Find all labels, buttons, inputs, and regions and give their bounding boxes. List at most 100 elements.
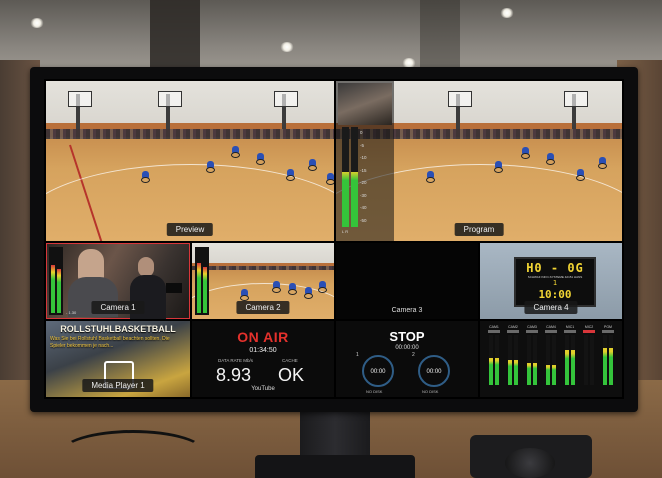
mixer-channel-strip[interactable]: MIC2 [581,325,597,397]
control-knob[interactable] [505,448,555,478]
player [494,161,503,173]
player [326,173,334,185]
level-meter [533,335,537,385]
meter-tick: -30 [360,192,367,198]
mute-button[interactable] [583,330,595,333]
scoreboard-score: H0 - 0G [526,261,584,275]
camera1-label: Camera 1 [91,301,145,314]
player [288,283,297,295]
recorder2-dial[interactable]: 00:00 [418,355,450,387]
ceiling-beam [420,0,460,70]
camera2-label: Camera 2 [236,301,290,314]
meter-tick: -40 [360,205,367,210]
ceiling-light [30,18,44,28]
scoreboard-period: 1 [552,279,558,287]
recording-status-pane[interactable]: STOP 00:00:00 1 00:00 NO DISK 2 00:00 NO… [336,321,478,397]
level-fill [514,360,518,385]
mute-button[interactable] [545,330,557,333]
player [598,157,607,169]
level-fill [533,362,537,385]
monitor-stand-base [255,455,415,478]
mixer-channel-strip[interactable]: CAM3 [524,325,540,397]
camera4-label: Camera 4 [524,301,578,314]
cache-value: OK [278,365,305,385]
player [521,147,530,159]
program-audio-meter: 0 -5 -10 -15 -20 -30 -40 -50 L R [336,81,394,241]
level-fill [571,350,575,385]
level-meter [590,335,594,385]
recorder1-number: 1 [356,352,359,358]
camera3-pane[interactable]: Camera 3 [336,243,478,319]
player [426,171,435,183]
level-fill [546,365,550,385]
player [256,153,265,165]
mixer-channel-strip[interactable]: CAM4 [543,325,559,397]
meter-track-left [342,127,349,227]
recorder1-label: NO DISK [366,389,383,394]
meter-scale: 0 -5 -10 -15 -20 -30 -40 -50 [360,127,374,227]
on-air-indicator: ON AIR [237,329,289,345]
mute-button[interactable] [488,330,500,333]
mixer-channel-strip[interactable]: CAM2 [505,325,521,397]
meter-track-right [351,127,358,227]
level-fill [495,357,499,385]
player [240,289,249,301]
cable [60,430,206,476]
datarate-value: 8.93 [216,365,252,385]
player [141,171,150,183]
meter-bar [203,267,207,313]
ceiling-light [280,42,294,52]
recording-state: STOP [389,329,425,344]
cache-label: CACHE [282,358,298,363]
camera3-label: Camera 3 [391,307,423,314]
level-meter [508,335,512,385]
recorder2-time: 00:00 [426,369,442,375]
mixer-channel-strip[interactable]: PGM [600,325,616,397]
recorder1-dial[interactable]: 00:00 [362,355,394,387]
mute-button[interactable] [564,330,576,333]
mixer-channel-strip[interactable]: CAM1 [486,325,502,397]
mute-button[interactable] [602,330,614,333]
camera4-pane[interactable]: H0 - 0G SCHWAF INFO-SYSTEME 42151 HANS 1… [480,243,622,319]
level-meter [609,335,613,385]
media-player-title: ROLLSTUHLBASKETBALL [60,324,176,334]
recorder1-time: 00:00 [370,369,386,375]
crowd [46,129,334,139]
meter-tick: -5 [360,142,365,148]
ceiling-beam [150,0,200,70]
backboard [564,90,588,107]
mixer-channel-strip[interactable]: MIC1 [562,325,578,397]
level-meter [565,335,569,385]
mute-button[interactable] [526,330,538,333]
level-meter [552,335,556,385]
scoreboard-clock: 10:00 [538,288,572,301]
meter-bar [197,263,201,313]
level-meter [603,335,607,385]
camera1-pane[interactable]: - 1.30 Camera 1 [46,243,190,319]
program-pane[interactable]: 0 -5 -10 -15 -20 -30 -40 -50 L R Program [336,81,622,241]
mixer-channel-name: CAM2 [508,325,518,329]
meter-tick: -10 [360,155,367,160]
program-label: Program [454,223,504,236]
camera1-small-readout: - 1.30 [66,310,77,315]
backboard [274,90,298,107]
preview-label: Preview [166,223,214,236]
preview-pane[interactable]: Preview [46,81,334,241]
stream-destination: YouTube [251,386,275,392]
player [206,161,215,173]
streaming-status-pane[interactable]: ON AIR 01:34:50 DATA RATE Mb/s CACHE 8.9… [192,321,334,397]
mute-button[interactable] [507,330,519,333]
level-meter [546,335,550,385]
level-fill [609,347,613,385]
camera2-pane[interactable]: Camera 2 [192,243,334,319]
scoreboard: H0 - 0G SCHWAF INFO-SYSTEME 42151 HANS 1… [514,257,596,307]
audio-mixer-pane[interactable]: CAM1 CAM2 CAM3 CAM4 MIC1 MIC2 PGM [480,321,622,397]
player [576,169,585,181]
mixer-channel-name: MIC1 [565,325,575,329]
mixer-channel-name: PGM [604,325,612,329]
camera1-audio-meter [49,247,63,315]
media-player-pane[interactable]: ROLLSTUHLBASKETBALL Was Sie bei Rollstuh… [46,321,190,397]
level-fill [489,357,493,385]
player [546,153,555,165]
person-face [138,257,154,277]
